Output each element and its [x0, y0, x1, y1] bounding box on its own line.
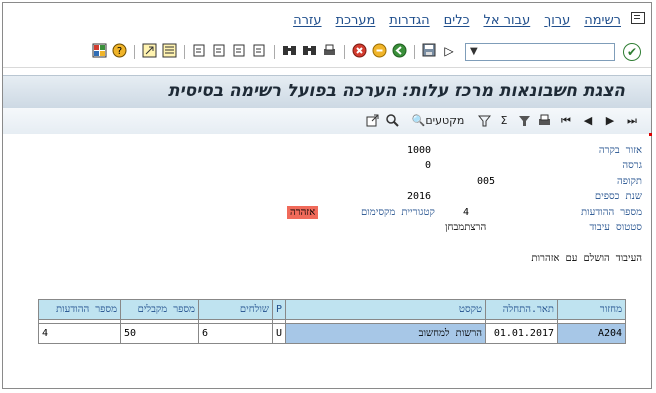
cell-cycle[interactable]: A204	[557, 323, 627, 344]
next-icon[interactable]: ▶	[603, 114, 617, 128]
help-icon[interactable]: ?	[111, 43, 127, 59]
export-icon[interactable]	[365, 114, 379, 128]
layout-icon[interactable]	[91, 43, 107, 59]
standard-toolbar: ✔ ▼ ▷ ?	[3, 37, 651, 68]
label-max-category: קטגוריית מקסימום	[361, 207, 435, 218]
print-icon[interactable]	[321, 43, 337, 59]
results-table: מחזור תאר.התחלה טקסט P שולחים מספר מקבלי…	[38, 299, 627, 344]
filter-icon[interactable]	[477, 114, 491, 128]
table-row[interactable]: A204 01.01.2017 הרשות למחשוב U 6 50 4	[38, 323, 627, 344]
value-period: 005	[477, 176, 496, 187]
menu-edit[interactable]: ערוך	[544, 13, 570, 28]
application-toolbar: ⏭ ▶ ◀ ⏮ Σ 🔍מקטעים	[3, 108, 651, 134]
cell-receivers[interactable]: 50	[120, 323, 199, 344]
cell-p[interactable]: U	[271, 323, 287, 344]
menu-system[interactable]: מערכת	[336, 13, 376, 28]
status-message: העיבוד הושלם עם אזהרות	[531, 253, 642, 264]
col-header-text[interactable]: טקסט	[285, 299, 487, 320]
col-header-cycle[interactable]: מחזור	[557, 299, 627, 320]
label-version: גרסה	[622, 160, 642, 171]
sum-icon[interactable]: Σ	[497, 114, 511, 128]
toolbar-separator	[184, 45, 185, 59]
magnifier-icon: 🔍	[411, 114, 426, 127]
title-bar: הצגת חשבונאות מרכז עלות: הערכה בפועל רשי…	[3, 75, 651, 109]
command-field[interactable]: ▼	[465, 43, 615, 61]
value-fiscal-year: 2016	[407, 191, 432, 202]
menu-goto[interactable]: עבור אל	[483, 13, 530, 28]
shortcut-icon[interactable]	[141, 43, 157, 59]
print-list-icon[interactable]	[537, 114, 551, 128]
back-icon[interactable]	[391, 43, 407, 59]
svg-text:?: ?	[116, 46, 121, 57]
value-controlling-area: 1000	[407, 145, 432, 156]
warning-badge: אזהרה	[287, 206, 319, 219]
label-message-count: מספר ההודעות	[581, 207, 642, 218]
prev-page-icon[interactable]	[231, 43, 247, 59]
sap-window: רשימה ערוך עבור אל כלים הגדרות מערכת עזר…	[2, 2, 652, 389]
table-header-row: מחזור תאר.התחלה טקסט P שולחים מספר מקבלי…	[38, 299, 627, 320]
save-icon[interactable]	[421, 43, 437, 59]
last-icon[interactable]: ⏭	[625, 114, 639, 128]
check-icon[interactable]: ✔	[623, 43, 641, 61]
col-header-messages[interactable]: מספר ההודעות	[38, 299, 121, 320]
cell-senders[interactable]: 6	[198, 323, 273, 344]
cancel-icon[interactable]	[351, 43, 367, 59]
exit-icon[interactable]	[371, 43, 387, 59]
find-icon[interactable]	[281, 43, 297, 59]
cell-start-date[interactable]: 01.01.2017	[485, 323, 559, 344]
first-icon[interactable]: ⏮	[559, 114, 573, 128]
previous-icon[interactable]: ◀	[581, 114, 595, 128]
menu-bar: רשימה ערוך עבור אל כלים הגדרות מערכת עזר…	[3, 3, 651, 37]
next-icon[interactable]: ▷	[441, 43, 457, 59]
menu-settings[interactable]: הגדרות	[389, 13, 429, 28]
chevron-down-icon[interactable]: ▼	[470, 46, 478, 57]
details-icon[interactable]	[385, 114, 399, 128]
col-header-p[interactable]: P	[271, 299, 287, 320]
label-fiscal-year: שנת כספים	[594, 191, 642, 202]
toolbar-separator	[274, 45, 275, 59]
cell-messages[interactable]: 4	[38, 323, 121, 344]
value-processing-status: הרצתמבחן	[445, 222, 487, 233]
col-header-senders[interactable]: שולחים	[198, 299, 273, 320]
label-processing-status: סטטוס עיבוד	[589, 222, 642, 233]
label-period: תקופה	[617, 176, 642, 187]
toolbar-separator	[344, 45, 345, 59]
create-session-icon[interactable]	[161, 43, 177, 59]
menu-tools[interactable]: כלים	[444, 13, 470, 28]
cell-text[interactable]: הרשות למחשוב	[285, 323, 487, 344]
next-page-icon[interactable]	[211, 43, 227, 59]
toolbar-separator	[414, 45, 415, 59]
subtotal-icon[interactable]	[517, 114, 531, 128]
last-page-icon[interactable]	[191, 43, 207, 59]
value-message-count: 4	[463, 207, 470, 218]
value-version: 0	[425, 160, 432, 171]
toolbar-separator	[134, 45, 135, 59]
system-menu-icon[interactable]	[631, 12, 645, 24]
segments-button[interactable]: 🔍מקטעים	[407, 114, 469, 128]
find-next-icon[interactable]	[301, 43, 317, 59]
menu-items: רשימה ערוך עבור אל כלים הגדרות מערכת עזר…	[293, 13, 621, 28]
segments-label: מקטעים	[425, 114, 465, 127]
menu-list[interactable]: רשימה	[584, 13, 621, 28]
col-header-start-date[interactable]: תאר.התחלה	[485, 299, 559, 320]
red-marker	[649, 133, 652, 136]
label-controlling-area: אזור בקרה	[598, 145, 642, 156]
col-header-receivers[interactable]: מספר מקבלים	[120, 299, 199, 320]
page-title: הצגת חשבונאות מרכז עלות: הערכה בפועל רשי…	[168, 81, 625, 101]
menu-help[interactable]: עזרה	[293, 13, 321, 28]
first-page-icon[interactable]	[251, 43, 267, 59]
